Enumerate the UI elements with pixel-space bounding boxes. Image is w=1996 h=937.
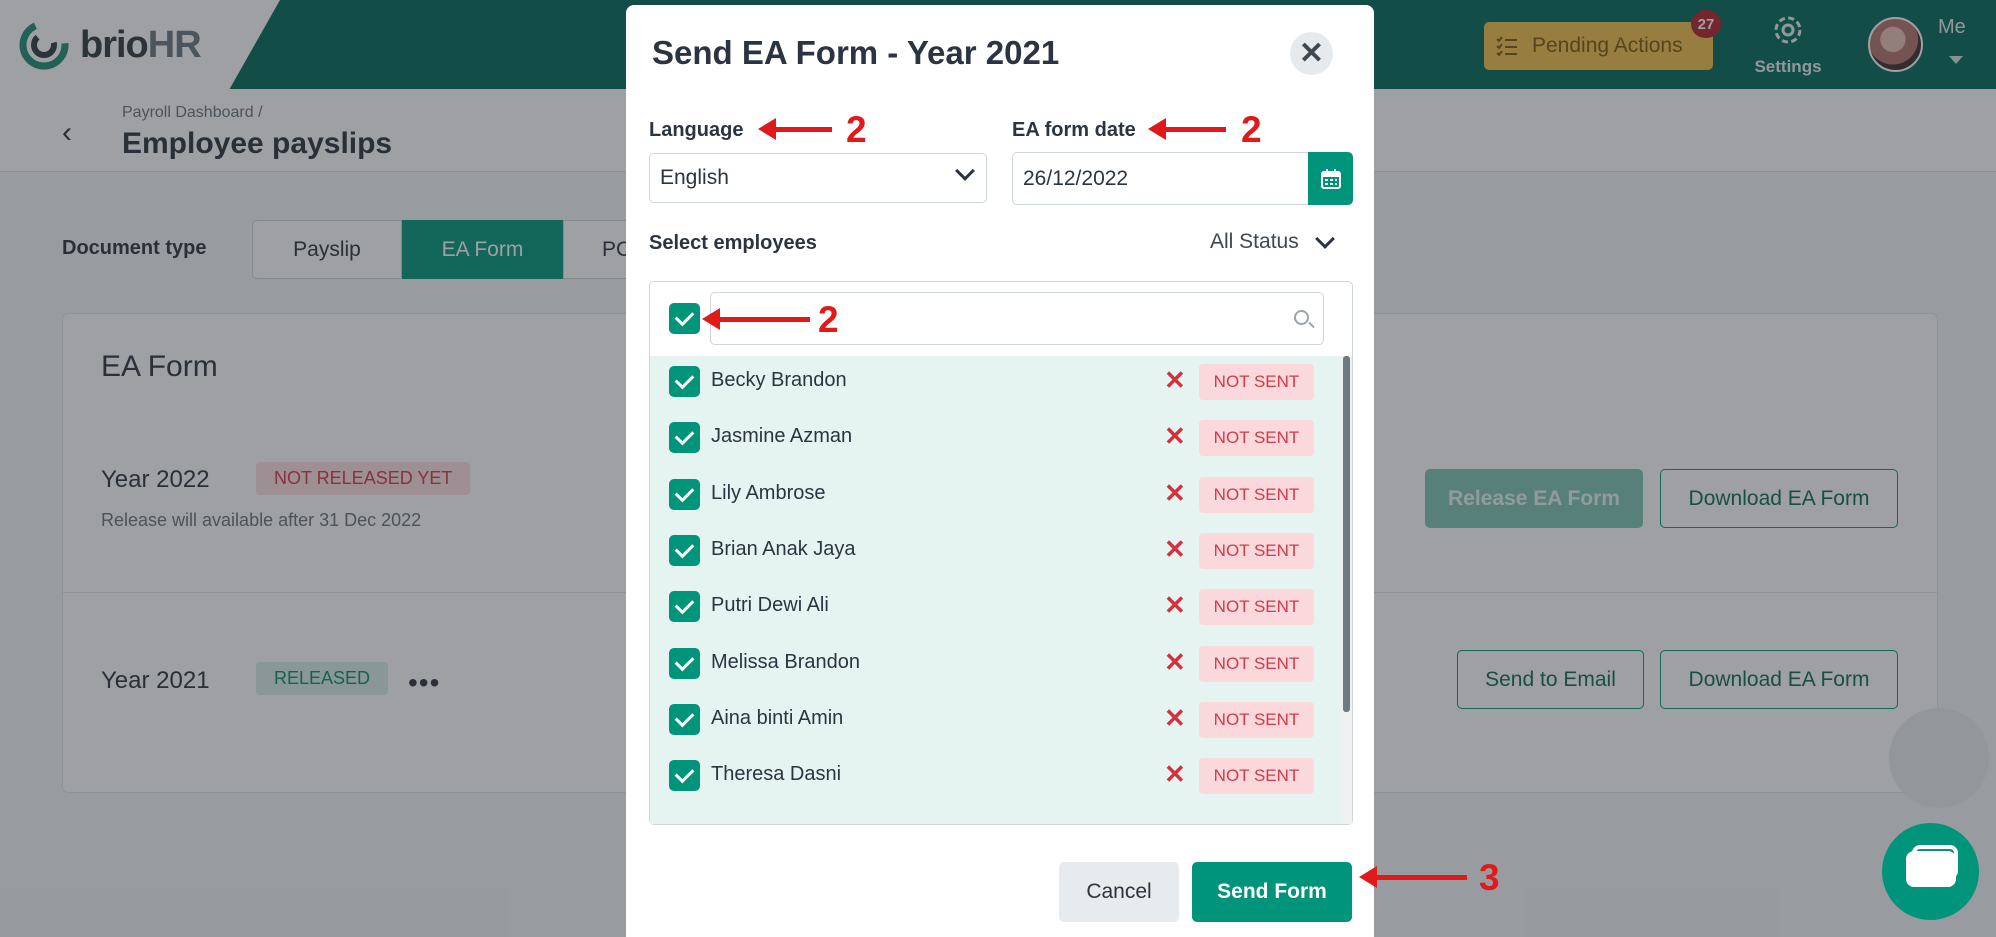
not-sent-icon: ✕	[1164, 590, 1186, 620]
employee-name: Becky Brandon	[711, 369, 847, 391]
calendar-icon	[1320, 168, 1341, 189]
select-employees-label: Select employees	[649, 232, 817, 254]
ea-form-date-label: EA form date	[1012, 119, 1136, 141]
not-sent-icon: ✕	[1164, 534, 1186, 564]
send-form-button[interactable]: Send Form	[1192, 862, 1352, 922]
status-badge: NOT SENT	[1199, 589, 1314, 625]
status-badge: NOT SENT	[1199, 702, 1314, 738]
annotation-number: 2	[1241, 109, 1262, 150]
employee-checkbox[interactable]	[669, 760, 700, 791]
annotation-number: 2	[846, 109, 867, 150]
language-value: English	[660, 166, 729, 189]
employee-name: Jasmine Azman	[711, 425, 853, 447]
employee-name: Lily Ambrose	[711, 482, 826, 504]
search-icon[interactable]	[1294, 310, 1309, 325]
scrollbar-thumb[interactable]	[1343, 356, 1350, 712]
status-badge: NOT SENT	[1199, 533, 1314, 569]
chat-icon	[1906, 851, 1956, 887]
status-badge: NOT SENT	[1199, 758, 1314, 794]
employee-name: Aina binti Amin	[711, 707, 844, 729]
annotation-arrow	[1148, 118, 1226, 140]
status-badge: NOT SENT	[1199, 477, 1314, 513]
status-badge: NOT SENT	[1199, 364, 1314, 400]
chat-button[interactable]	[1882, 823, 1979, 920]
modal-title: Send EA Form - Year 2021	[652, 34, 1060, 71]
employee-name: Theresa Dasni	[711, 763, 842, 785]
language-select[interactable]: English	[649, 153, 987, 203]
date-value: 26/12/2022	[1023, 166, 1129, 190]
annotation-arrow	[1359, 866, 1467, 888]
employee-name: Putri Dewi Ali	[711, 594, 829, 616]
status-filter[interactable]: All Status	[1210, 230, 1299, 254]
not-sent-icon: ✕	[1164, 703, 1186, 733]
status-badge: NOT SENT	[1199, 646, 1314, 682]
employee-checkbox[interactable]	[669, 422, 700, 453]
calendar-button[interactable]	[1308, 152, 1353, 205]
annotation-number: 3	[1479, 857, 1500, 898]
employee-checkbox[interactable]	[669, 479, 700, 510]
language-label: Language	[649, 119, 744, 141]
employee-checkbox[interactable]	[669, 535, 700, 566]
status-badge: NOT SENT	[1199, 420, 1314, 456]
employee-checkbox[interactable]	[669, 591, 700, 622]
not-sent-icon: ✕	[1164, 647, 1186, 677]
employee-checkbox[interactable]	[669, 648, 700, 679]
employee-checkbox[interactable]	[669, 704, 700, 735]
employee-name: Brian Anak Jaya	[711, 538, 856, 560]
not-sent-icon: ✕	[1164, 759, 1186, 789]
cancel-button[interactable]: Cancel	[1059, 862, 1179, 922]
employee-name: Melissa Brandon	[711, 651, 860, 673]
employee-checkbox[interactable]	[669, 366, 700, 397]
not-sent-icon: ✕	[1164, 365, 1186, 395]
select-all-checkbox[interactable]	[669, 303, 700, 334]
annotation-arrow	[758, 118, 832, 140]
close-icon[interactable]: ✕	[1290, 32, 1333, 75]
ea-form-date-field[interactable]: 26/12/2022	[1012, 152, 1308, 205]
not-sent-icon: ✕	[1164, 421, 1186, 451]
annotation-arrow	[702, 308, 810, 330]
annotation-number: 2	[818, 299, 839, 340]
not-sent-icon: ✕	[1164, 478, 1186, 508]
